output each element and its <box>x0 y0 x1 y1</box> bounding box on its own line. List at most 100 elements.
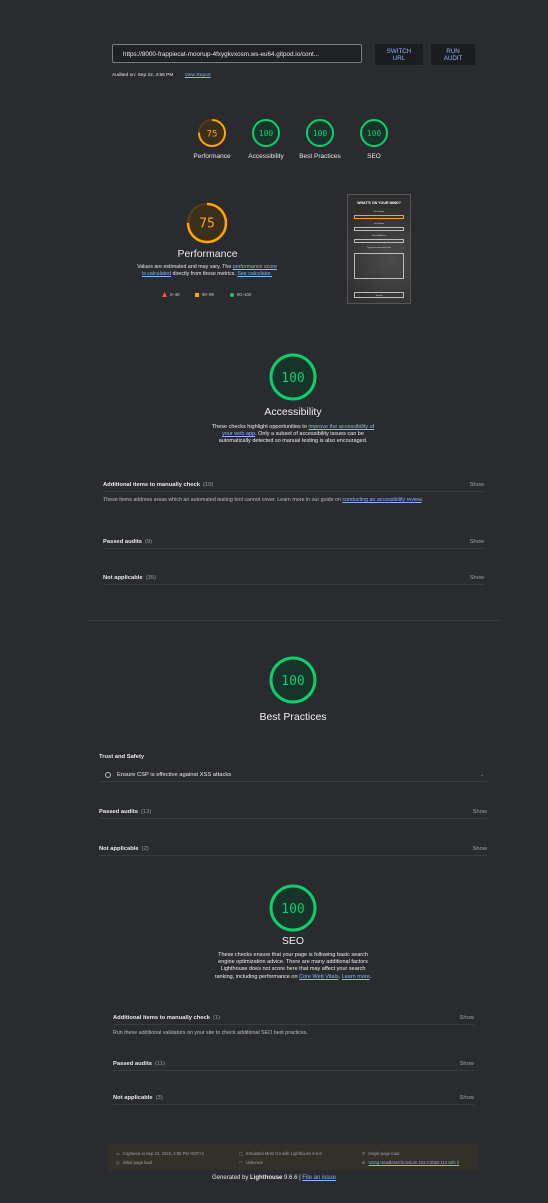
group-count: (11) <box>155 1060 165 1067</box>
generated-by: Generated by Lighthouse 9.6.6 | File an … <box>0 1175 548 1181</box>
show-toggle[interactable]: Show <box>459 1061 474 1067</box>
section-divider <box>88 620 500 621</box>
show-toggle[interactable]: Show <box>472 809 487 815</box>
emulated-text: Emulated Moto G4 with Lighthouse 9.6.6 <box>245 1151 322 1156</box>
performance-gauge-large-ring: 75 <box>186 202 228 244</box>
accessibility-not-applicable-group[interactable]: Not applicable (35) Show <box>103 571 484 585</box>
group-count: (3) <box>155 1094 163 1101</box>
csp-audit-item[interactable]: Ensure CSP is effective against XSS atta… <box>99 768 487 782</box>
switch-url-button[interactable]: SWITCH URL <box>375 44 423 65</box>
gauge-seo-ring: 100 <box>360 119 388 147</box>
group-title: Passed audits <box>99 808 138 815</box>
screenshot-field-label: First Name <box>373 211 385 213</box>
seo-desc-end: . <box>369 973 372 980</box>
initial-load-text: Initial page load <box>122 1160 152 1165</box>
gauge-performance-score: 75 <box>207 130 218 140</box>
gauge-seo-score: 100 <box>367 129 382 138</box>
show-toggle[interactable]: Show <box>472 846 487 852</box>
seo-large-score: 100 <box>281 902 304 917</box>
accessibility-large-score: 100 <box>281 371 304 386</box>
core-web-vitals-link[interactable]: Core Web Vitals <box>299 974 339 980</box>
accessibility-description: These checks highlight opportunities to … <box>211 424 375 446</box>
gauge-performance-label: Performance <box>193 153 231 160</box>
trust-safety-heading: Trust and Safety <box>99 750 487 764</box>
show-toggle[interactable]: Show <box>469 482 484 488</box>
gauge-performance[interactable]: 75 Performance <box>187 118 237 160</box>
gauge-best-practices[interactable]: 100 Best Practices <box>295 118 345 160</box>
browser-text[interactable]: Using HeadlessChromium 103.0.5060.114 wi… <box>369 1160 460 1165</box>
gauge-seo[interactable]: 100 SEO <box>349 118 399 160</box>
performance-desc-text: Values are estimated and may vary. The <box>137 264 233 270</box>
group-count: (2) <box>141 845 149 852</box>
url-input[interactable]: https://8000-frappiecat-moonup-4fxygkvxo… <box>112 44 362 63</box>
screenshot-field <box>354 227 404 231</box>
captured-item: ▭ Captured at Sep 22, 2022, 4:56 PM GMT+1 <box>116 1151 204 1156</box>
accessibility-manual-group[interactable]: Additional items to manually check (10) S… <box>103 478 484 492</box>
show-toggle[interactable]: Show <box>459 1095 474 1101</box>
view-report-link[interactable]: View Report <box>185 73 211 78</box>
performance-title: Performance <box>177 248 238 260</box>
seo-manual-description: Run these additional validators on your … <box>113 1030 308 1036</box>
gauge-best-practices-label: Best Practices <box>299 153 341 160</box>
group-count: (10) <box>202 481 214 488</box>
performance-desc-text-2: directly from these metrics. <box>171 271 238 277</box>
group-count: (1) <box>212 1014 221 1021</box>
calendar-icon: ▭ <box>116 1151 120 1156</box>
best-practices-large-score: 100 <box>281 674 304 689</box>
manual-desc-end: . <box>421 497 424 503</box>
gauge-best-practices-ring: 100 <box>306 119 334 147</box>
chevron-down-icon[interactable]: ⌄ <box>480 772 484 778</box>
seo-passed-group[interactable]: Passed audits (11) Show <box>113 1057 474 1071</box>
manual-desc-text: These items address areas which an autom… <box>103 497 343 503</box>
seo-gauge-large-ring: 100 <box>269 884 317 932</box>
calculator-link[interactable]: See calculator. <box>237 271 272 277</box>
final-screenshot[interactable]: WHAT'S ON YOUR MIND? First Name Last Nam… <box>347 194 411 304</box>
learn-more-link[interactable]: Learn more <box>342 974 370 980</box>
accessibility-desc-text: These checks highlight opportunities to <box>211 424 309 430</box>
runtime-settings: ▭ Captured at Sep 22, 2022, 4:56 PM GMT+1… <box>108 1144 478 1170</box>
legend-fail: 0–49 <box>162 292 180 297</box>
legend-pass-range: 90–100 <box>237 292 252 297</box>
seo-manual-group[interactable]: Additional items to manually check (1) Sh… <box>113 1011 474 1025</box>
best-practices-passed-group[interactable]: Passed audits (13) Show <box>99 805 487 819</box>
show-toggle[interactable]: Show <box>469 575 484 581</box>
generated-version: 9.6.6 | <box>282 1175 303 1181</box>
legend-pass: 90–100 <box>230 292 251 297</box>
run-audit-button[interactable]: RUN AUDIT <box>431 44 475 65</box>
wifi-icon: ◠ <box>239 1160 243 1165</box>
group-title: Not applicable <box>99 845 139 852</box>
accessibility-passed-group[interactable]: Passed audits (9) Show <box>103 535 484 549</box>
accessibility-review-link[interactable]: conducting an accessibility review <box>342 497 421 503</box>
generated-prefix: Generated by <box>212 1175 251 1181</box>
seo-description: These checks ensure that your page is fo… <box>211 952 375 981</box>
show-toggle[interactable]: Show <box>469 539 484 545</box>
screenshot-textarea <box>354 253 404 279</box>
accessibility-gauge-large-ring: 100 <box>269 353 317 401</box>
browser-item[interactable]: ⊕ Using HeadlessChromium 103.0.5060.114 w… <box>362 1160 459 1165</box>
gauge-accessibility-score: 100 <box>259 129 274 138</box>
globe-icon: ⊕ <box>362 1160 366 1165</box>
screenshot-field <box>354 215 404 219</box>
emulated-item: ▢ Emulated Moto G4 with Lighthouse 9.6.6 <box>239 1151 322 1156</box>
gauge-accessibility[interactable]: 100 Accessibility <box>241 118 291 160</box>
single-load-text: Single page load <box>368 1151 400 1156</box>
best-practices-title: Best Practices <box>259 711 327 723</box>
file-issue-link[interactable]: File an issue <box>302 1175 336 1181</box>
performance-large-score: 75 <box>199 217 215 232</box>
gauge-accessibility-label: Accessibility <box>248 153 284 160</box>
legend-fail-range: 0–49 <box>170 292 180 297</box>
group-count: (9) <box>145 538 153 545</box>
best-practices-not-applicable-group[interactable]: Not applicable (2) Show <box>99 842 487 856</box>
gauge-best-practices-score: 100 <box>313 129 328 138</box>
group-title: Additional items to manually check <box>113 1014 210 1021</box>
best-practices-gauge-large: 100 <box>268 655 318 705</box>
show-toggle[interactable]: Show <box>459 1015 474 1021</box>
captured-text: Captured at Sep 22, 2022, 4:56 PM GMT+1 <box>122 1151 205 1156</box>
group-count: (13) <box>141 808 152 815</box>
accessibility-title: Accessibility <box>264 406 322 418</box>
group-title: Additional items to manually check <box>103 481 200 488</box>
screenshot-field-label: Email Address <box>372 235 386 237</box>
group-title: Not applicable <box>103 574 143 581</box>
seo-not-applicable-group[interactable]: Not applicable (3) Show <box>113 1091 474 1105</box>
network-item: ◠ Unknown <box>239 1160 263 1165</box>
